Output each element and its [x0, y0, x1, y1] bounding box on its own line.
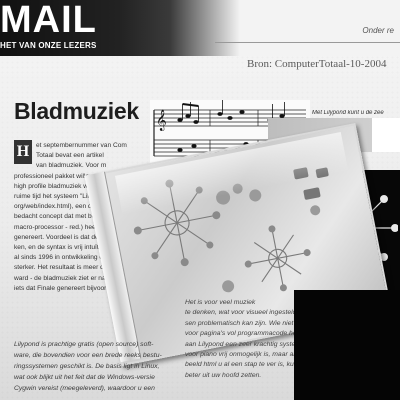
- text-line: ringssystemen geschikt is. De basis ligt…: [14, 363, 160, 370]
- header-top-right-text: Onder re: [362, 26, 394, 35]
- text-line: Cygwin vereist (meegeleverd), waardoor u…: [14, 385, 155, 392]
- masthead-band: MAIL HET VAN ONZE LEZERS Onder re: [0, 0, 400, 56]
- source-caption: Bron: ComputerTotaal-10-2004: [247, 58, 387, 70]
- text-line: Lilypond is prachtige gratis (open sourc…: [14, 341, 154, 348]
- text-line: Met Lilypond kunt u de zee: [312, 110, 384, 116]
- article-title: Bladmuziek: [14, 98, 139, 124]
- masthead-subtitle: HET VAN ONZE LEZERS: [0, 41, 97, 50]
- masthead-fade: [170, 0, 240, 56]
- text-line: Totaal bevat een artikel: [36, 152, 104, 160]
- text-line: et septembernummer van Com: [36, 142, 127, 149]
- black-corner-block: [294, 290, 400, 400]
- article-column-left-italic: Lilypond is prachtige gratis (open sourc…: [14, 339, 164, 394]
- svg-text:𝄞: 𝄞: [156, 110, 167, 131]
- white-overlay-block: [372, 118, 400, 152]
- text-line: wat ook blijkt uit het feit dat de Windo…: [14, 374, 155, 381]
- header-rule: [215, 42, 400, 43]
- masthead-title: MAIL: [0, 0, 97, 41]
- text-line: ware, die bovendien voor een brede reeks…: [14, 352, 162, 359]
- magazine-page: MAIL HET VAN ONZE LEZERS Onder re Bron: …: [0, 0, 400, 400]
